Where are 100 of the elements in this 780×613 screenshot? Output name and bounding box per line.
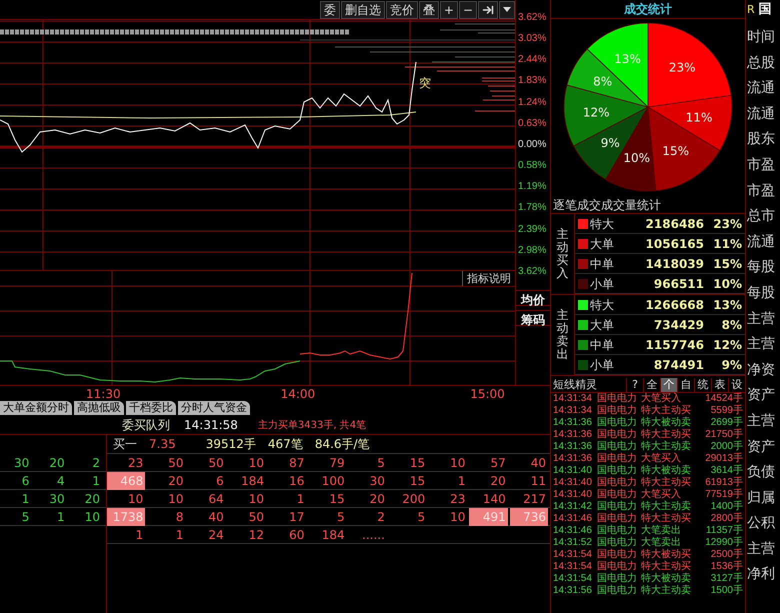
queue-cell-text: 30 [13,455,30,472]
order-volume: 2186486 [644,216,704,232]
queue-cell-text: 5 [20,509,30,526]
indicator-tab[interactable]: 千档委比 [126,401,176,415]
event-volume: 3127手 [710,573,743,584]
toolbar-button[interactable]: 叠 [418,0,439,18]
panel-title: 成交统计 [623,1,673,18]
arrow-to-line-icon [482,4,494,16]
queue-cell-text: 87 [288,455,306,472]
info-label: 资产 [746,386,776,406]
order-share: 13% [712,296,742,314]
queue-cell-text: 1 [296,491,306,508]
axis-label: 2.39% [517,222,548,236]
sprite-filter-button[interactable]: 全 [643,378,660,392]
event-time: 14:31:36 [552,441,593,453]
order-size-label: 中单 [589,256,615,272]
event-stock: 国电电力 [597,477,638,488]
indicator-side-button[interactable]: 筹码 [516,310,550,326]
toolbar-button[interactable]: 竞价 [386,0,418,18]
event-stock: 国电电力 [597,393,638,404]
queue-time: 14:31:58 [184,417,238,434]
order-size-label: 大单 [589,236,615,252]
order-share: 10% [712,276,742,292]
queue-cell-text: 79 [328,455,346,472]
toolbar-button[interactable]: 删自选 [340,0,385,18]
queue-cell-text: 20 [167,473,185,490]
event-type: 特大主动卖 [641,441,692,452]
indicator-tab[interactable]: 分时人气资金 [178,401,250,415]
event-volume: 1400手 [710,501,743,512]
order-size-label: 特大 [589,296,615,314]
queue-cell-text: 64 [208,491,225,508]
indicator-tab[interactable]: 高抛低吸 [74,401,124,415]
time-label: 14:00 [280,386,316,402]
caret-icon [503,7,511,12]
toolbar-button[interactable]: 委 [320,0,340,18]
sprite-filter-button[interactable]: 统 [694,378,711,392]
indicator-side-button[interactable]: 均价 [516,290,550,306]
queue-title: 委买队列 [122,417,170,434]
info-label: 主营 [746,540,776,559]
info-label: 负债 [746,463,776,482]
axis-label: 0.58% [517,159,548,172]
event-stock: 国电电力 [597,453,638,464]
slice-label: 23% [668,60,695,75]
info-label: 每股 [746,284,776,303]
event-time: 14:31:36 [552,429,593,441]
indicator-tab[interactable]: 大单金额分时 [0,401,72,415]
order-share: 12% [712,336,742,354]
sprite-filter-button[interactable]: 设 [728,378,745,392]
event-volume: 2699手 [710,417,743,428]
slice-label: 10% [622,150,650,165]
queue-cell-text: 1 [20,491,30,508]
axis-label: 3.62% [517,11,548,24]
event-volume: 1500手 [710,585,743,597]
toolbar-button[interactable]: − [458,0,477,18]
stats-subtitle: 逐笔成交成交量统计 [552,197,662,213]
event-volume: 2800手 [710,513,743,524]
axis-label: 2.44% [517,53,548,66]
queue-cell-text: 15 [408,455,426,472]
queue-cell-text: 60 [288,527,306,544]
queue-cell-text: 184 [320,527,346,544]
event-type: 特大主动买 [641,405,692,416]
order-size-label: 小单 [589,276,615,292]
queue-cell-text: 1 [174,527,185,544]
axis-label: 3.03% [517,32,548,46]
queue-cell-text: 1 [56,509,66,526]
event-stock: 国电电力 [597,537,638,548]
indicator-help-button[interactable]: 指标说明 [462,271,515,286]
queue-cell-text: 23 [126,455,144,472]
jump-end-button[interactable] [478,0,498,18]
event-volume: 2000手 [710,441,743,452]
slice-label: 13% [614,52,640,66]
queue-cell: 468 [107,472,146,490]
queue-summary: 主力买单3433手, 共4笔 [258,418,366,432]
queue-cell-text: 1 [456,473,466,490]
bid-count: 467笔 [268,436,303,453]
queue-cell-text: 1 [91,473,101,490]
event-volume: 12990手 [704,537,743,548]
sprite-filter-button[interactable]: 个 [660,378,677,392]
dropdown-button[interactable] [499,0,515,18]
event-volume: 5599手 [710,405,743,416]
order-share: 15% [712,256,742,272]
group-label: 主动买入 [556,228,568,280]
event-stock: 国电电力 [597,501,638,512]
order-share: 8% [720,316,742,334]
slice-label: 9% [600,136,620,150]
info-label: 市盈 [746,156,776,175]
event-time: 14:31:40 [552,489,593,501]
event-type: 特大主动买 [641,561,692,572]
info-label: 主营 [746,310,776,329]
sprite-filter-button[interactable]: 表 [711,378,728,392]
time-label: 15:00 [470,386,505,402]
info-label: 市盈 [746,182,776,201]
queue-cell-text: 10 [248,491,266,508]
event-type: 大笔买入 [641,489,682,500]
queue-cell-text: 1 [134,527,144,544]
info-label: 流通 [746,232,776,252]
queue-cell-text: 6 [20,473,30,490]
event-time: 14:31:34 [552,393,593,405]
toolbar-button[interactable]: + [440,0,458,18]
event-time: 14:31:36 [552,453,593,465]
